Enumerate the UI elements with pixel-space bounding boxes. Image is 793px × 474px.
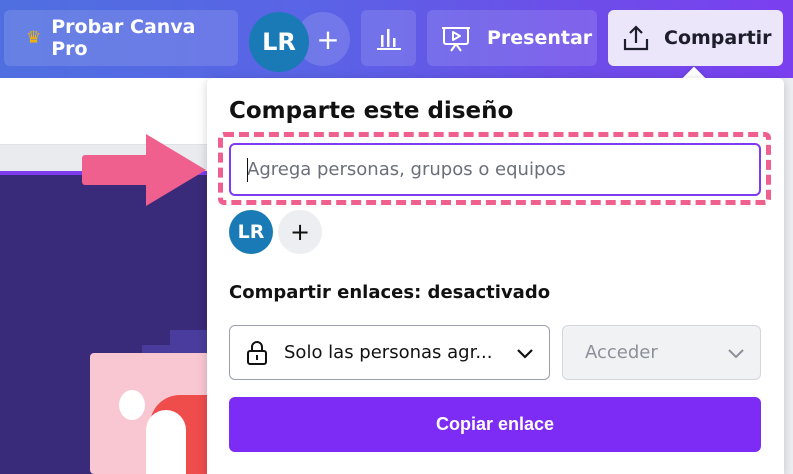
copy-link-label: Copiar enlace [435, 414, 555, 434]
insights-button[interactable] [361, 10, 416, 66]
link-permission-dropdown[interactable]: Acceder [562, 325, 761, 380]
add-member-button[interactable]: + [278, 210, 322, 254]
try-canva-pro-button[interactable]: ♛ Probar Canva Pro [4, 10, 238, 66]
user-avatar[interactable]: LR [249, 12, 309, 72]
share-button[interactable]: Compartir [608, 10, 783, 66]
pointer-arrow-icon [82, 155, 148, 185]
link-sharing-status: Compartir enlaces: desactivado [229, 282, 551, 303]
share-panel-title: Comparte este diseño [229, 98, 514, 124]
present-label: Presentar [487, 27, 593, 49]
annotation-highlight [218, 132, 771, 205]
lock-icon [247, 340, 267, 365]
copy-link-button[interactable]: Copiar enlace [229, 397, 761, 452]
present-button[interactable]: Presentar [427, 10, 597, 66]
share-upload-icon [623, 25, 649, 51]
avatar-initials: LR [262, 28, 296, 56]
crown-icon: ♛ [26, 28, 42, 48]
link-access-value: Solo las personas agr... [284, 342, 493, 363]
link-permission-value: Acceder [585, 342, 658, 363]
chevron-down-icon [517, 348, 533, 359]
design-shape [119, 390, 145, 420]
link-access-dropdown[interactable]: Solo las personas agr... [229, 325, 550, 380]
stats-icon [376, 29, 401, 50]
member-avatar[interactable]: LR [229, 210, 273, 254]
chevron-down-icon [728, 348, 744, 358]
present-icon [442, 27, 470, 52]
share-label: Compartir [664, 27, 772, 49]
plus-icon: + [316, 22, 340, 56]
pointer-arrow-head [146, 134, 206, 206]
design-shape [146, 410, 186, 474]
try-canva-pro-label: Probar Canva Pro [51, 16, 196, 60]
plus-icon: + [289, 218, 311, 246]
member-initials: LR [237, 221, 265, 243]
